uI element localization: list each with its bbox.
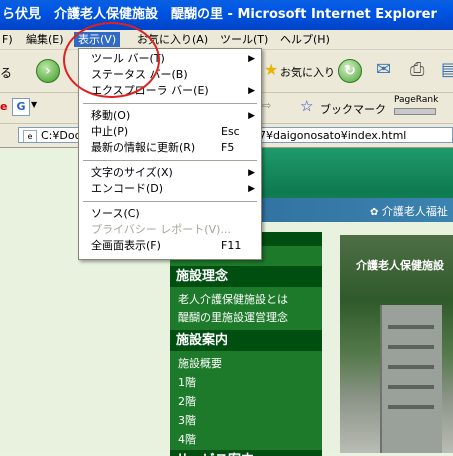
chevron-right-icon: ▶ bbox=[248, 168, 255, 178]
menu-file[interactable]: F) bbox=[0, 32, 17, 47]
nav-link-floor4[interactable]: 4階 bbox=[178, 431, 196, 447]
chevron-right-icon: ▶ bbox=[248, 111, 255, 121]
menu-item-refresh[interactable]: 最新の情報に更新(R) F5 bbox=[79, 140, 261, 156]
page-icon: e bbox=[23, 130, 37, 142]
nav-link-floor3[interactable]: 3階 bbox=[178, 412, 196, 428]
flower-icon: ✿ bbox=[370, 207, 379, 218]
forward-arrow-icon[interactable]: › bbox=[36, 59, 60, 83]
menu-item-go-to[interactable]: 移動(O) ▶ bbox=[79, 108, 261, 124]
side-navigation: 施設理念 老人介護保健施設とは 醍醐の里施設運営理念 施設案内 施設概要 1階 … bbox=[170, 232, 322, 456]
menu-item-full-screen[interactable]: 全画面表示(F) F11 bbox=[79, 238, 261, 254]
history-icon[interactable]: ↻ bbox=[338, 59, 362, 83]
pagerank-bar bbox=[394, 108, 436, 115]
menu-edit[interactable]: 編集(E) bbox=[22, 32, 68, 47]
menu-item-source[interactable]: ソース(C) bbox=[79, 206, 261, 222]
pagerank-label: PageRank bbox=[394, 95, 439, 105]
nav-link-about[interactable]: 老人介護保健施設とは bbox=[178, 291, 288, 307]
back-button-label[interactable]: る bbox=[0, 64, 12, 81]
building-image bbox=[380, 305, 442, 453]
menu-item-stop[interactable]: 中止(P) Esc bbox=[79, 124, 261, 140]
menu-tools[interactable]: ツール(T) bbox=[216, 32, 272, 47]
chevron-down-icon[interactable]: ▼ bbox=[31, 100, 37, 109]
google-logo-partial: e bbox=[0, 100, 8, 113]
chevron-right-icon: ▶ bbox=[248, 184, 255, 194]
menu-item-encoding[interactable]: エンコード(D) ▶ bbox=[79, 181, 261, 197]
menu-item-text-size[interactable]: 文字のサイズ(X) ▶ bbox=[79, 165, 261, 181]
bookmark-star-icon: ☆ bbox=[300, 97, 314, 115]
nav-link-floor1[interactable]: 1階 bbox=[178, 374, 196, 390]
nav-section-facility: 施設案内 bbox=[170, 330, 322, 351]
nav-section-philosophy: 施設理念 bbox=[170, 266, 322, 287]
photo-caption: 介護老人保健施設 bbox=[356, 259, 444, 272]
mail-icon[interactable]: ✉ bbox=[376, 59, 391, 80]
bookmarks-button-label[interactable]: ブックマーク bbox=[320, 101, 386, 117]
banner-link[interactable]: ✿ 介護老人福祉 bbox=[370, 203, 448, 219]
window-title: ら伏見 介護老人保健施設 醍醐の里 - Microsoft Internet E… bbox=[2, 7, 437, 22]
bookmark-arrow-icon[interactable]: ⇨ bbox=[262, 99, 271, 112]
menu-separator bbox=[83, 103, 257, 104]
favorites-button-label[interactable]: お気に入り bbox=[280, 64, 335, 80]
window-title-bar: ら伏見 介護老人保健施設 醍醐の里 - Microsoft Internet E… bbox=[0, 0, 453, 30]
chevron-right-icon: ▶ bbox=[248, 54, 255, 64]
edit-icon[interactable]: ▤ bbox=[441, 59, 453, 80]
menu-separator bbox=[83, 201, 257, 202]
menu-item-privacy-report: プライバシー レポート(V)... bbox=[91, 223, 231, 236]
nav-link-policy[interactable]: 醍醐の里施設運営理念 bbox=[178, 309, 288, 325]
search-engine-icon[interactable]: G bbox=[12, 98, 30, 116]
address-suffix: 7¥daigonosato¥index.html bbox=[259, 129, 407, 142]
annotation-circle bbox=[63, 22, 160, 98]
favorites-star-icon[interactable]: ★ bbox=[264, 60, 278, 79]
menu-help[interactable]: ヘルプ(H) bbox=[276, 32, 334, 47]
print-icon[interactable]: ⎙ bbox=[410, 59, 424, 80]
nav-section-service: サービス案内 bbox=[170, 450, 322, 456]
menu-separator bbox=[83, 160, 257, 161]
nav-link-overview[interactable]: 施設概要 bbox=[178, 355, 222, 371]
nav-link-floor2[interactable]: 2階 bbox=[178, 393, 196, 409]
facility-photo: 介護老人保健施設 bbox=[340, 235, 453, 453]
chevron-right-icon: ▶ bbox=[248, 86, 255, 96]
